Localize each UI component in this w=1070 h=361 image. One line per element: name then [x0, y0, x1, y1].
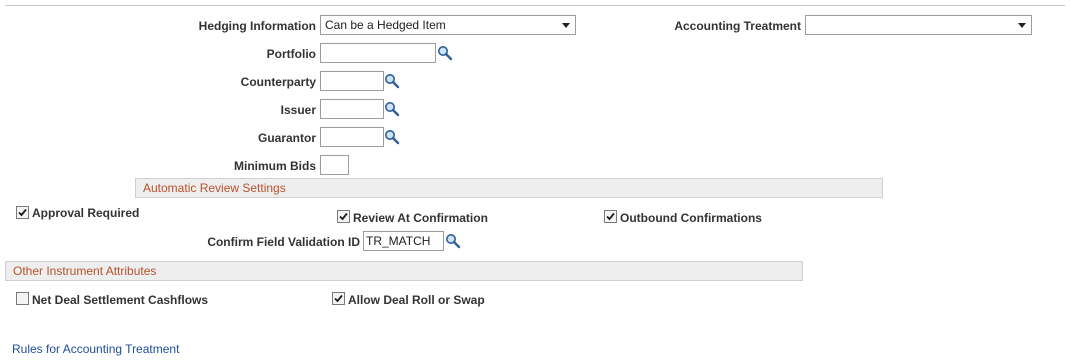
- counterparty-lookup-magnifier-icon[interactable]: [384, 73, 400, 89]
- review-at-confirmation-label: Review At Confirmation: [353, 211, 488, 225]
- other-instrument-attributes-header: Other Instrument Attributes: [5, 261, 803, 281]
- counterparty-input[interactable]: [320, 71, 384, 91]
- hedging-information-select[interactable]: Can be a Hedged Item: [320, 15, 576, 35]
- guarantor-lookup-magnifier-icon[interactable]: [384, 129, 400, 145]
- hedging-information-value: Can be a Hedged Item: [325, 18, 446, 32]
- portfolio-label: Portfolio: [266, 47, 316, 61]
- chevron-down-icon: [562, 23, 570, 28]
- automatic-review-settings-header: Automatic Review Settings: [135, 178, 883, 198]
- approval-required-label: Approval Required: [32, 206, 140, 220]
- net-deal-settlement-checkbox[interactable]: [16, 292, 29, 305]
- outbound-confirmations-checkbox[interactable]: [604, 210, 617, 223]
- net-deal-settlement-label: Net Deal Settlement Cashflows: [32, 293, 209, 307]
- checkmark-icon: [339, 212, 348, 221]
- accounting-treatment-label: Accounting Treatment: [674, 19, 801, 33]
- confirm-field-validation-input[interactable]: TR_MATCH: [363, 231, 444, 251]
- issuer-input[interactable]: [320, 99, 384, 119]
- issuer-label: Issuer: [280, 103, 316, 117]
- confirm-field-validation-label: Confirm Field Validation ID: [207, 235, 360, 249]
- guarantor-input[interactable]: [320, 127, 384, 147]
- rules-for-accounting-treatment-link[interactable]: Rules for Accounting Treatment: [12, 342, 179, 356]
- top-divider: [5, 5, 1065, 6]
- checkmark-icon: [606, 212, 615, 221]
- checkmark-icon: [18, 208, 27, 217]
- hedging-information-label: Hedging Information: [198, 19, 316, 33]
- review-at-confirmation-checkbox[interactable]: [337, 210, 350, 223]
- approval-required-checkbox[interactable]: [16, 206, 29, 219]
- guarantor-label: Guarantor: [257, 131, 316, 145]
- allow-deal-roll-checkbox[interactable]: [332, 292, 345, 305]
- outbound-confirmations-label: Outbound Confirmations: [620, 211, 762, 225]
- confirm-field-validation-lookup-magnifier-icon[interactable]: [445, 233, 461, 249]
- chevron-down-icon: [1018, 23, 1026, 28]
- checkmark-icon: [334, 294, 343, 303]
- minimum-bids-input[interactable]: [320, 155, 349, 175]
- counterparty-label: Counterparty: [240, 75, 316, 89]
- accounting-treatment-select[interactable]: [805, 15, 1032, 35]
- allow-deal-roll-label: Allow Deal Roll or Swap: [348, 293, 485, 307]
- minimum-bids-label: Minimum Bids: [233, 159, 316, 173]
- portfolio-input[interactable]: [320, 43, 436, 63]
- issuer-lookup-magnifier-icon[interactable]: [384, 101, 400, 117]
- portfolio-lookup-magnifier-icon[interactable]: [437, 45, 453, 61]
